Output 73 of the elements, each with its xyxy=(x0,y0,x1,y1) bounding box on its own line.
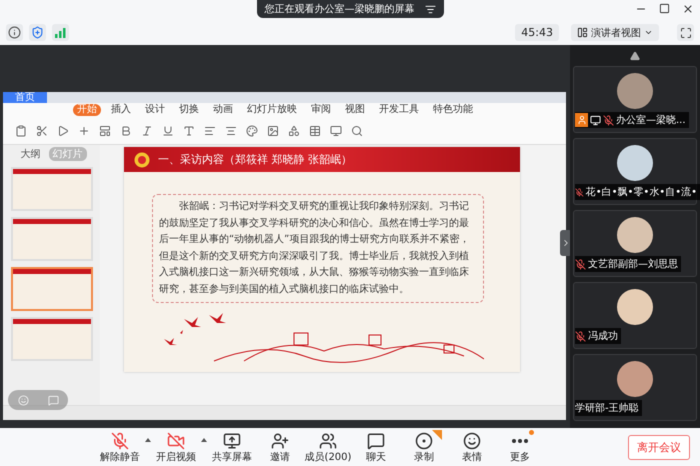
menu-tab[interactable]: 设计 xyxy=(141,104,169,116)
menu-tab[interactable]: 审阅 xyxy=(307,104,335,116)
smile-icon xyxy=(463,432,481,450)
toolbar-button[interactable]: 解除静音 xyxy=(96,430,152,464)
panel-tab[interactable]: 大纲 xyxy=(16,147,44,161)
screen-share-icon xyxy=(223,432,241,450)
menu-tab[interactable]: 特色功能 xyxy=(429,104,477,116)
align-left-icon[interactable] xyxy=(204,124,216,136)
banner-text: 您正在观看办公室—梁晓鹏的屏幕 xyxy=(264,2,414,16)
video-icon xyxy=(167,432,185,450)
toolbar-button[interactable]: 更多 xyxy=(496,430,544,464)
more-icon xyxy=(512,439,528,443)
table-icon[interactable] xyxy=(309,124,321,136)
list-icon[interactable] xyxy=(424,4,436,14)
mic-icon xyxy=(111,432,129,450)
close-icon[interactable] xyxy=(682,3,694,15)
monitor-icon[interactable] xyxy=(330,124,342,136)
notification-dot xyxy=(529,430,534,435)
plus-icon[interactable] xyxy=(78,124,90,136)
record-icon xyxy=(415,432,433,450)
toolbar-button[interactable]: 共享屏幕 xyxy=(208,430,256,464)
shapes-icon[interactable] xyxy=(288,124,300,136)
fullscreen-button[interactable] xyxy=(677,24,694,41)
chat-icon xyxy=(367,432,385,450)
slide-thumbnail[interactable] xyxy=(10,267,92,311)
participant-name: 文艺部副部—刘思思 xyxy=(588,258,678,271)
users-icon xyxy=(319,432,337,450)
leave-meeting-button[interactable]: 离开会议 xyxy=(628,434,690,460)
menu-tab[interactable]: 插入 xyxy=(107,104,135,116)
layout-icon[interactable] xyxy=(99,124,111,136)
scroll-up-icon[interactable] xyxy=(630,51,640,61)
toolbar-button[interactable]: 邀请 xyxy=(256,430,304,464)
align-center-icon[interactable] xyxy=(225,124,237,136)
italic-icon[interactable] xyxy=(141,124,153,136)
toolbar-button[interactable]: 录制 xyxy=(400,430,448,464)
toolbar-button[interactable]: 聊天 xyxy=(352,430,400,464)
participant-name: 冯成功 xyxy=(588,330,618,343)
participant-name: 学研部-王帅聪 xyxy=(575,402,639,415)
new-badge-icon xyxy=(432,430,442,440)
view-mode-button[interactable]: 演讲者视图 xyxy=(571,24,659,41)
signal-icon xyxy=(52,24,69,41)
menu-tab[interactable]: 幻灯片放映 xyxy=(243,104,301,116)
menu-tab[interactable]: 切换 xyxy=(175,104,203,116)
layout-icon xyxy=(577,27,588,38)
menu-tab[interactable]: 开发工具 xyxy=(375,104,423,116)
info-button[interactable] xyxy=(6,24,23,41)
underline-icon[interactable] xyxy=(162,124,174,136)
participant-name: 花•白•飘•零•水•自•流• xyxy=(586,186,697,199)
search-icon[interactable] xyxy=(351,124,363,136)
security-button[interactable] xyxy=(29,24,46,41)
scissors-icon[interactable] xyxy=(36,124,48,136)
meeting-timer: 45:43 xyxy=(515,24,559,41)
app-tab[interactable]: 首页 xyxy=(3,92,47,103)
menu-tab[interactable]: 视图 xyxy=(341,104,369,116)
maximize-icon[interactable] xyxy=(659,3,670,14)
toolbar-button[interactable]: 开启视频 xyxy=(152,430,208,464)
palette-icon[interactable] xyxy=(246,124,258,136)
chevron-down-icon xyxy=(644,28,653,37)
clipboard-icon[interactable] xyxy=(15,124,27,136)
text-icon[interactable] xyxy=(183,124,195,136)
toolbar-button[interactable]: 表情 xyxy=(448,430,496,464)
bold-icon[interactable] xyxy=(120,124,132,136)
image-icon[interactable] xyxy=(267,124,279,136)
participant-name: 办公室—梁晓... xyxy=(616,114,686,127)
slide-paragraph: 张韶岷：习书记对学科交叉研究的重视让我印象特别深刻。习书记的鼓励坚定了我从事交叉学科研究的决心和信心。虽然在博士学习的最后一年里从事的“动物机器人”项目跟我的博士研究方向联系并不紧密，但是这个新的交叉研究方向深深吸引了我。博士毕业后，我就投入到植入式脑机接口这一新兴研究领域，从大鼠、猕猴等动物实验一直到临床研究，甚至参与到美国的植入式脑机接口的临床试验中。 xyxy=(152,194,484,303)
play-icon[interactable] xyxy=(57,124,69,136)
caret-icon xyxy=(201,438,207,442)
toolbar-button[interactable]: 成员(200) xyxy=(304,430,352,464)
emblem-icon xyxy=(134,152,150,168)
caret-icon xyxy=(145,438,151,442)
add-user-icon xyxy=(271,432,289,450)
slide-title: 一、采访内容（郑筱祥 郑晓静 张韶岷） xyxy=(158,152,352,167)
menu-tab[interactable]: 动画 xyxy=(209,104,237,116)
